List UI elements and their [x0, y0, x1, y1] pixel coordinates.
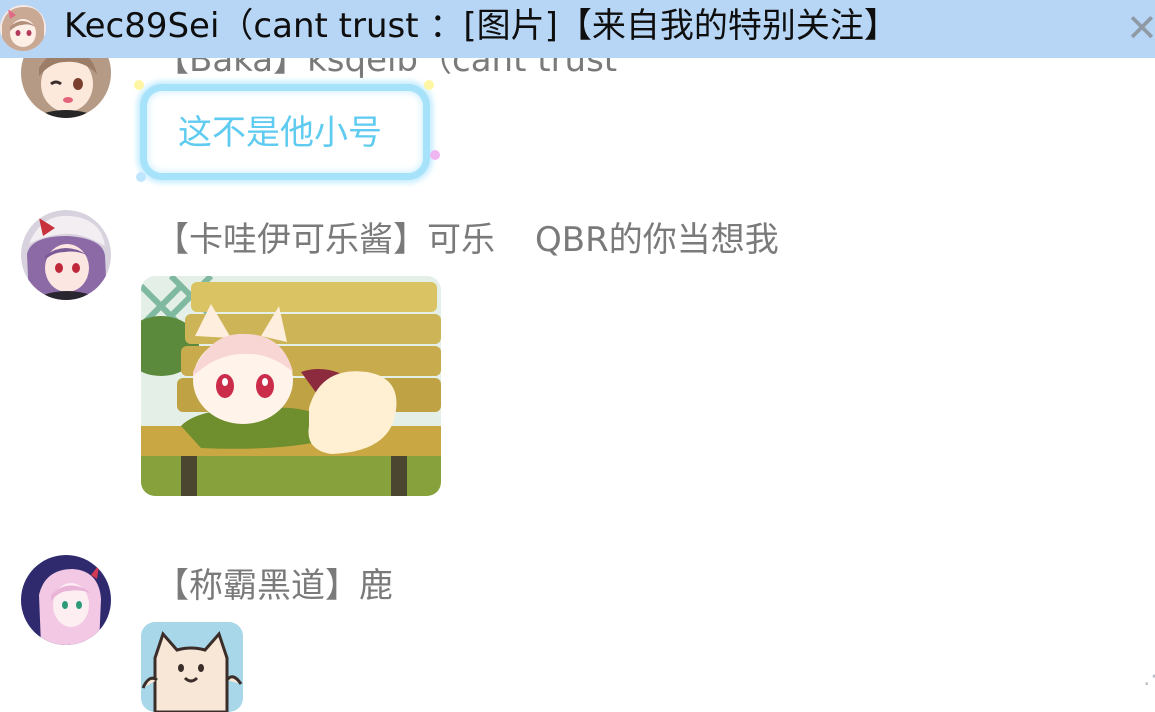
anime-girl-avatar-icon — [0, 5, 46, 51]
sender-name: 【卡哇伊可乐酱】可乐 QBR的你当想我 — [155, 218, 779, 262]
sender-title: QBR的你当想我 — [535, 220, 779, 260]
sender-avatar[interactable] — [21, 555, 111, 645]
message-text: 这不是他小号 — [178, 113, 382, 153]
close-icon[interactable]: ✕ — [1126, 8, 1155, 48]
sparkle-icon — [424, 80, 434, 90]
notification-banner[interactable]: Kec89Sei（cant trust ：[图片]【来自我的特别关注】 ✕ — [0, 0, 1155, 58]
scroll-handle-icon[interactable]: ⋰ — [1143, 664, 1155, 689]
sparkle-icon — [134, 80, 144, 90]
fox-girl-on-bench-sticker-icon — [141, 276, 441, 496]
notification-text: Kec89Sei（cant trust ：[图片]【来自我的特别关注】 — [64, 6, 898, 46]
message-bubble[interactable]: 这不是他小号 — [140, 84, 430, 180]
sender-name: 【称霸黑道】鹿 — [155, 566, 393, 606]
image-message[interactable] — [141, 276, 441, 496]
sparkle-icon — [136, 172, 146, 182]
purple-hair-girl-avatar-icon — [21, 210, 111, 300]
sender-avatar[interactable] — [21, 210, 111, 300]
sparkle-icon — [430, 150, 440, 160]
pink-hair-girl-avatar-icon — [21, 555, 111, 645]
notification-avatar — [0, 5, 46, 51]
sender-tag: 【卡哇伊可乐酱】可乐 — [155, 220, 495, 260]
